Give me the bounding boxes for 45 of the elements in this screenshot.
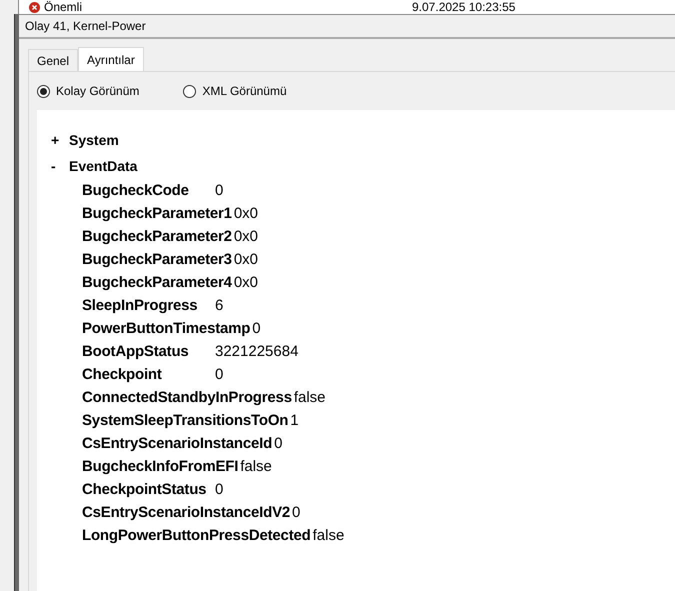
field-name: BugcheckCode bbox=[82, 182, 190, 199]
field-value: 0 bbox=[273, 435, 282, 452]
field-name: BugcheckParameter4 bbox=[82, 274, 232, 291]
field-name: BugcheckParameter1 bbox=[82, 205, 232, 222]
view-radio[interactable]: Kolay Görünüm bbox=[37, 84, 140, 98]
field-name: BugcheckInfoFromEFI bbox=[82, 458, 238, 475]
tree-node-label[interactable]: EventData bbox=[69, 158, 138, 174]
field-value: false bbox=[239, 458, 272, 475]
field-name: CsEntryScenarioInstanceIdV2 bbox=[82, 504, 290, 521]
field-name: CheckpointStatus bbox=[82, 481, 208, 498]
field-name: PowerButtonTimestamp bbox=[82, 320, 250, 337]
tree-node-label[interactable]: System bbox=[69, 132, 119, 148]
field-value: 0x0 bbox=[232, 205, 258, 222]
field-value: 0 bbox=[214, 481, 224, 498]
field-name: Checkpoint bbox=[82, 366, 163, 383]
field-value: false bbox=[292, 389, 326, 406]
field-value: 0 bbox=[214, 366, 224, 383]
expander-toggle[interactable]: + bbox=[51, 132, 69, 148]
tab[interactable]: Genel bbox=[28, 49, 78, 71]
window-title: Olay 41, Kernel-Power bbox=[19, 15, 675, 39]
field-name: BugcheckParameter3 bbox=[82, 251, 232, 268]
field-value: 6 bbox=[214, 297, 224, 314]
field-value: 0x0 bbox=[232, 228, 258, 245]
field-name: BootAppStatus bbox=[82, 343, 190, 360]
field-value: 0 bbox=[291, 504, 300, 521]
radio-icon[interactable] bbox=[37, 84, 50, 98]
field-name: LongPowerButtonPressDetected bbox=[82, 527, 311, 544]
event-level: Önemli bbox=[44, 1, 82, 14]
expander-toggle[interactable]: - bbox=[51, 158, 69, 174]
event-date: 9.07.2025 10:23:55 bbox=[412, 1, 516, 14]
field-value: 1 bbox=[289, 412, 299, 429]
field-name: ConnectedStandbyInProgress bbox=[82, 389, 292, 406]
field-name: SystemSleepTransitionsToOn bbox=[82, 412, 288, 429]
field-value: false bbox=[312, 527, 344, 544]
field-value: 0x0 bbox=[232, 274, 258, 291]
field-value: 0 bbox=[251, 320, 261, 337]
radio-icon[interactable] bbox=[183, 84, 196, 98]
field-value: 0 bbox=[214, 182, 224, 199]
field-name: SleepInProgress bbox=[82, 297, 198, 314]
field-name: CsEntryScenarioInstanceId bbox=[82, 435, 272, 452]
tab[interactable]: Ayrıntılar bbox=[78, 47, 144, 72]
field-value: 3221225684 bbox=[214, 343, 298, 360]
view-radio[interactable]: XML Görünümü bbox=[183, 84, 287, 98]
field-name: BugcheckParameter2 bbox=[82, 228, 232, 245]
field-value: 0x0 bbox=[232, 251, 258, 268]
